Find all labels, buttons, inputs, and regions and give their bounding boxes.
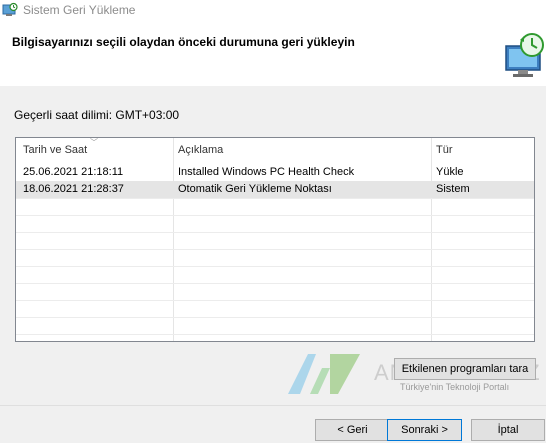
row-separator bbox=[16, 317, 534, 318]
row-separator bbox=[16, 300, 534, 301]
page-title: Bilgisayarınızı seçili olaydan önceki du… bbox=[12, 35, 355, 49]
cancel-button[interactable]: İptal bbox=[471, 419, 545, 441]
column-header-description[interactable]: Açıklama bbox=[178, 144, 223, 156]
next-button[interactable]: Sonraki > bbox=[387, 419, 462, 441]
system-restore-large-icon bbox=[505, 33, 544, 77]
row-date: 18.06.2021 21:28:37 bbox=[23, 183, 124, 195]
table-row[interactable]: 18.06.2021 21:28:37 Otomatik Geri Yüklem… bbox=[16, 181, 534, 198]
back-button[interactable]: < Geri bbox=[315, 419, 390, 441]
header-panel: Bilgisayarınızı seçili olaydan önceki du… bbox=[0, 22, 546, 86]
row-separator bbox=[16, 198, 534, 199]
row-description: Otomatik Geri Yükleme Noktası bbox=[178, 183, 332, 195]
restore-points-table[interactable]: ﹀ Tarih ve Saat Açıklama Tür 25.06.2021 … bbox=[15, 137, 535, 342]
system-restore-icon bbox=[2, 2, 18, 16]
watermark-logo bbox=[288, 354, 360, 394]
row-type: Yükle bbox=[436, 166, 464, 178]
row-separator bbox=[16, 334, 534, 335]
row-separator bbox=[16, 249, 534, 250]
row-separator bbox=[16, 266, 534, 267]
watermark-tagline: Türkiye'nin Teknoloji Portalı bbox=[400, 382, 510, 392]
row-separator bbox=[16, 283, 534, 284]
timezone-label: Geçerli saat dilimi: GMT+03:00 bbox=[14, 108, 180, 122]
title-bar: Sistem Geri Yükleme bbox=[0, 0, 546, 22]
row-date: 25.06.2021 21:18:11 bbox=[23, 166, 124, 178]
column-header-type[interactable]: Tür bbox=[436, 144, 453, 156]
scan-affected-programs-button[interactable]: Etkilenen programları tara bbox=[394, 358, 536, 380]
row-type: Sistem bbox=[436, 183, 470, 195]
row-description: Installed Windows PC Health Check bbox=[178, 166, 355, 178]
row-separator bbox=[16, 215, 534, 216]
sort-arrow-icon: ﹀ bbox=[90, 138, 98, 147]
row-separator bbox=[16, 232, 534, 233]
footer-bar bbox=[0, 405, 546, 443]
table-row[interactable]: 25.06.2021 21:18:11 Installed Windows PC… bbox=[16, 164, 534, 181]
window-title: Sistem Geri Yükleme bbox=[23, 3, 136, 17]
